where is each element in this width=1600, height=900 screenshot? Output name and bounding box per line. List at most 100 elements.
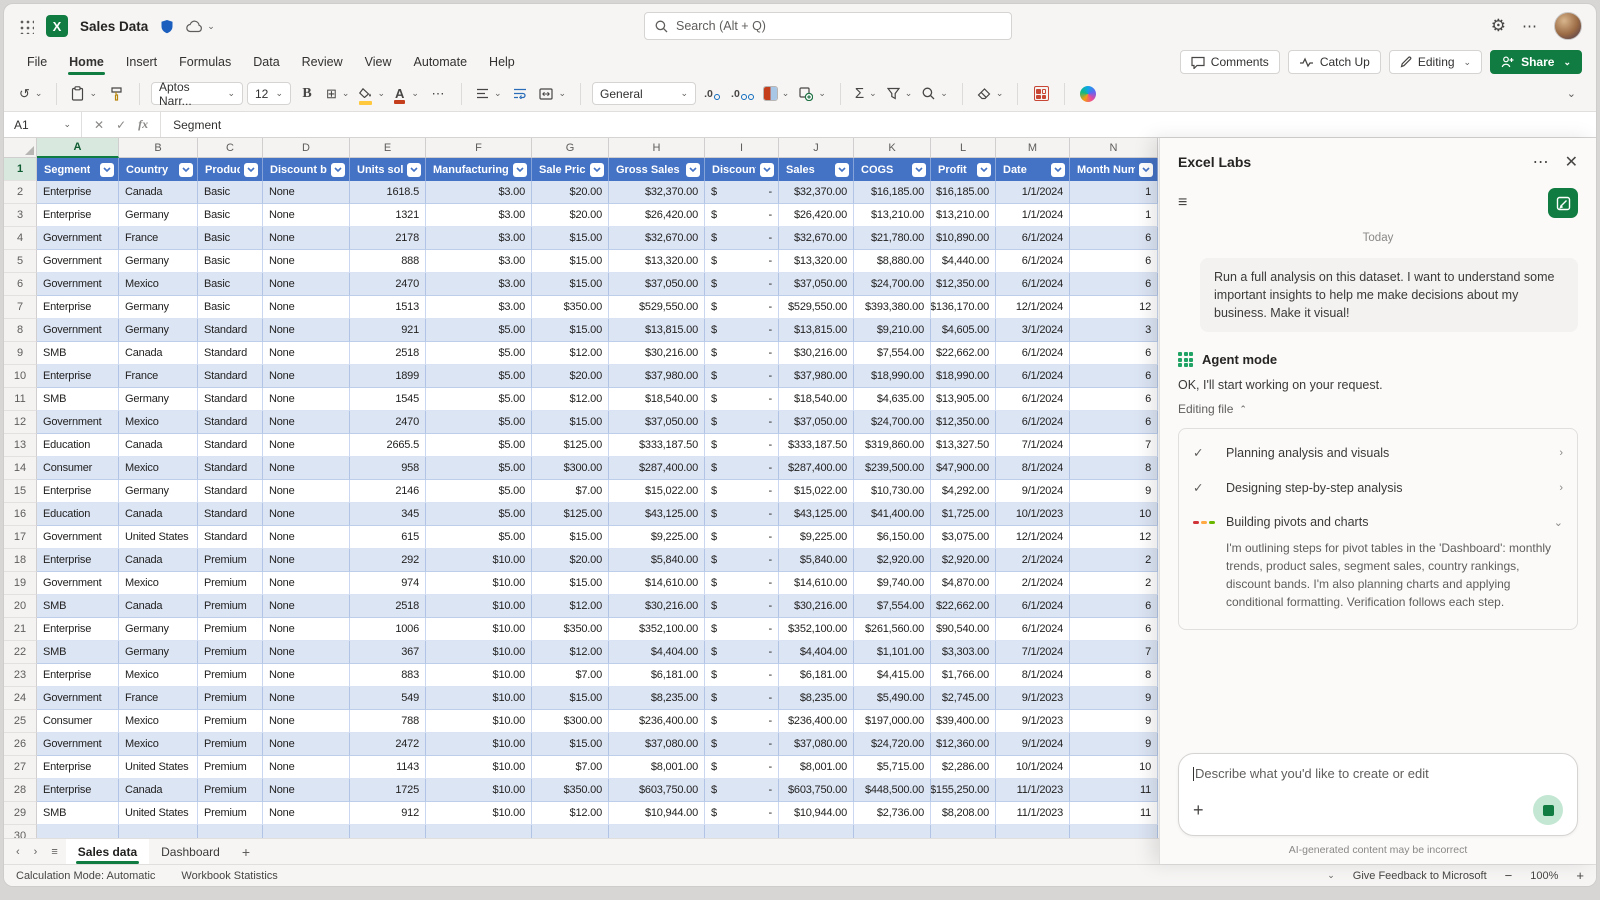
cell[interactable]: Germany <box>119 319 198 342</box>
cell[interactable]: $37,980.00 <box>609 365 705 388</box>
cell[interactable]: $13,905.00 <box>931 388 996 411</box>
cell[interactable]: $300.00 <box>532 457 609 480</box>
cell[interactable]: None <box>263 710 350 733</box>
cell[interactable]: $4,635.00 <box>854 388 931 411</box>
cell[interactable]: $393,380.00 <box>854 296 931 319</box>
cell[interactable]: $8,001.00 <box>779 756 854 779</box>
cell[interactable]: Germany <box>119 641 198 664</box>
row-header-22[interactable]: 22 <box>4 641 37 664</box>
cell[interactable]: Standard <box>198 480 263 503</box>
cell[interactable]: $22,662.00 <box>931 595 996 618</box>
cell[interactable]: $5.00 <box>426 503 532 526</box>
cell[interactable]: $15.00 <box>532 250 609 273</box>
format-painter-button[interactable] <box>104 82 128 106</box>
filter-dropdown-icon[interactable] <box>912 162 926 177</box>
row-header-21[interactable]: 21 <box>4 618 37 641</box>
cell[interactable]: 2/1/2024 <box>996 549 1070 572</box>
cell[interactable]: None <box>263 227 350 250</box>
cell[interactable]: None <box>263 388 350 411</box>
agent-step[interactable]: ✓ Designing step-by-step analysis › <box>1193 470 1563 505</box>
cell[interactable]: Premium <box>198 618 263 641</box>
app-launcher-icon[interactable] <box>18 18 34 34</box>
cell[interactable]: 9/1/2024 <box>996 733 1070 756</box>
cell[interactable]: $20.00 <box>532 181 609 204</box>
menu-review[interactable]: Review <box>293 51 352 73</box>
cell[interactable]: None <box>263 342 350 365</box>
sheet-tab-dashboard[interactable]: Dashboard <box>149 839 232 864</box>
status-chevron-icon[interactable]: ⌄ <box>1327 870 1335 881</box>
row-header-3[interactable]: 3 <box>4 204 37 227</box>
cell[interactable]: $4,605.00 <box>931 319 996 342</box>
table-header-units-sold[interactable]: Units sold <box>350 158 426 181</box>
fill-color-button[interactable]: ⌄ <box>356 82 388 106</box>
cell[interactable]: $37,080.00 <box>779 733 854 756</box>
cell[interactable]: $ - <box>705 342 779 365</box>
cell[interactable]: $ - <box>705 687 779 710</box>
cell[interactable]: 7/1/2024 <box>996 434 1070 457</box>
cell[interactable]: $319,860.00 <box>854 434 931 457</box>
cell[interactable]: 549 <box>350 687 426 710</box>
filter-dropdown-icon[interactable] <box>686 162 700 177</box>
cell[interactable]: Basic <box>198 181 263 204</box>
cell[interactable]: $ - <box>705 273 779 296</box>
status-item[interactable]: Workbook Statistics <box>181 870 277 882</box>
table-header-profit[interactable]: Profit <box>931 158 996 181</box>
cell[interactable]: $30,216.00 <box>609 342 705 365</box>
cell[interactable]: $8,235.00 <box>609 687 705 710</box>
cell[interactable]: None <box>263 457 350 480</box>
cell[interactable]: $ - <box>705 319 779 342</box>
cell[interactable]: 2178 <box>350 227 426 250</box>
cell[interactable]: $16,185.00 <box>931 181 996 204</box>
row-header-4[interactable]: 4 <box>4 227 37 250</box>
cell[interactable]: 921 <box>350 319 426 342</box>
cell[interactable]: Government <box>37 572 119 595</box>
cell[interactable]: Premium <box>198 641 263 664</box>
cell[interactable]: United States <box>119 802 198 825</box>
row-header-17[interactable]: 17 <box>4 526 37 549</box>
cell[interactable]: Enterprise <box>37 204 119 227</box>
cell[interactable]: $4,404.00 <box>779 641 854 664</box>
cell[interactable]: $ - <box>705 710 779 733</box>
filter-dropdown-icon[interactable] <box>760 162 774 177</box>
cell[interactable]: $5.00 <box>426 457 532 480</box>
cell[interactable]: $5.00 <box>426 342 532 365</box>
column-header-G[interactable]: G <box>532 138 609 158</box>
cell[interactable]: $10.00 <box>426 779 532 802</box>
cell[interactable]: $197,000.00 <box>854 710 931 733</box>
cell[interactable]: $32,370.00 <box>609 181 705 204</box>
cell[interactable]: $350.00 <box>532 618 609 641</box>
filter-dropdown-icon[interactable] <box>977 162 991 177</box>
cell[interactable]: $ - <box>705 181 779 204</box>
cell[interactable] <box>263 825 350 838</box>
cell[interactable]: 1 <box>1070 181 1158 204</box>
filter-dropdown-icon[interactable] <box>244 162 258 177</box>
row-header-20[interactable]: 20 <box>4 595 37 618</box>
cell[interactable]: None <box>263 641 350 664</box>
comments-button[interactable]: Comments <box>1179 50 1280 74</box>
cell[interactable]: 9/1/2024 <box>996 480 1070 503</box>
cell[interactable]: Canada <box>119 434 198 457</box>
cell[interactable]: 6/1/2024 <box>996 388 1070 411</box>
cell[interactable]: $5.00 <box>426 434 532 457</box>
cell[interactable]: 2518 <box>350 595 426 618</box>
cell[interactable]: 6 <box>1070 388 1158 411</box>
cell[interactable] <box>198 825 263 838</box>
cell[interactable]: Germany <box>119 618 198 641</box>
font-size-combo[interactable]: 12 ⌄ <box>247 82 291 105</box>
cell[interactable]: $7.00 <box>532 756 609 779</box>
cell[interactable]: 6 <box>1070 273 1158 296</box>
cell[interactable]: $9,225.00 <box>779 526 854 549</box>
cell[interactable]: France <box>119 227 198 250</box>
column-header-J[interactable]: J <box>779 138 854 158</box>
cell[interactable]: $32,370.00 <box>779 181 854 204</box>
cell[interactable]: None <box>263 618 350 641</box>
excel-logo-icon[interactable]: X <box>46 15 68 37</box>
cell[interactable]: None <box>263 549 350 572</box>
cell[interactable]: 6 <box>1070 618 1158 641</box>
cell[interactable]: $ - <box>705 296 779 319</box>
table-header-date[interactable]: Date <box>996 158 1070 181</box>
cell[interactable]: 10/1/2024 <box>996 756 1070 779</box>
cell[interactable]: $8,880.00 <box>854 250 931 273</box>
cell[interactable]: $3.00 <box>426 181 532 204</box>
cell[interactable]: Enterprise <box>37 618 119 641</box>
